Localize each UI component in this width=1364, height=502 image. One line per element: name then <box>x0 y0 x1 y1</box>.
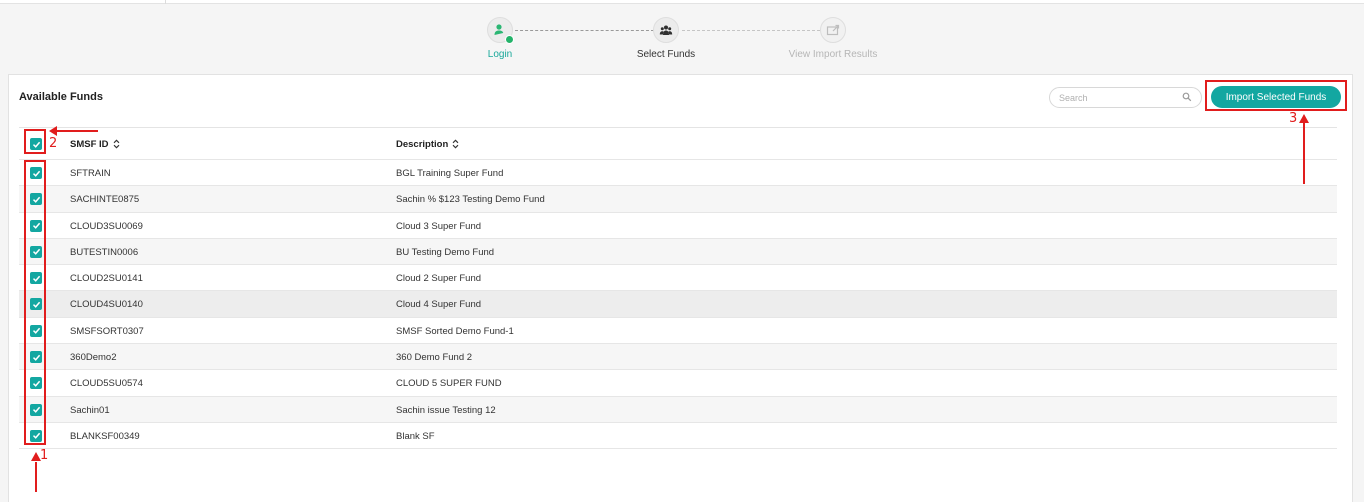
table-row[interactable]: CLOUD2SU0141 Cloud 2 Super Fund <box>19 265 1337 292</box>
annotation-arrow-import-button <box>1303 123 1305 184</box>
cell-description: Sachin issue Testing 12 <box>396 404 496 416</box>
cell-smsf-id: SACHINTE0875 <box>70 194 140 206</box>
cell-description: Sachin % $123 Testing Demo Fund <box>396 194 545 206</box>
import-results-icon <box>820 17 846 43</box>
table-row[interactable]: BUTESTIN0006 BU Testing Demo Fund <box>19 238 1337 266</box>
cell-description: Blank SF <box>396 430 435 442</box>
table-row[interactable]: CLOUD4SU0140 Cloud 4 Super Fund <box>19 291 1337 318</box>
users-group-icon <box>653 17 679 43</box>
cell-smsf-id: BLANKSF00349 <box>70 430 140 442</box>
table-row[interactable]: SMSFSORT0307 SMSF Sorted Demo Fund-1 <box>19 317 1337 345</box>
cell-smsf-id: CLOUD2SU0141 <box>70 273 143 285</box>
step-view-import-results[interactable]: View Import Results <box>773 17 893 60</box>
search-icon <box>1182 92 1192 102</box>
cell-smsf-id: Sachin01 <box>70 404 110 416</box>
top-strip <box>0 0 1364 4</box>
annotation-box-row-checkboxes <box>24 160 46 445</box>
panel-title: Available Funds <box>19 91 103 103</box>
import-stepper: Login Select Funds View Import Results <box>470 17 910 65</box>
annotation-arrow-select-all <box>57 130 98 132</box>
search-input[interactable] <box>1059 91 1179 105</box>
cell-smsf-id: BUTESTIN0006 <box>70 246 139 258</box>
annotation-arrow-row-checkboxes <box>35 462 37 492</box>
table-row[interactable]: CLOUD3SU0069 Cloud 3 Super Fund <box>19 212 1337 239</box>
annotation-arrowhead-import-button <box>1299 114 1309 123</box>
step-select-funds-label: Select Funds <box>636 49 696 60</box>
annotation-number-3: 3 <box>1289 111 1298 126</box>
annotation-number-2: 2 <box>49 136 58 151</box>
column-header-smsf-id-label: SMSF ID <box>70 139 109 150</box>
funds-table: SMSF ID Description SFTRAIN BGL Training… <box>19 128 1337 450</box>
cell-smsf-id: 360Demo2 <box>70 352 117 364</box>
cell-description: Cloud 2 Super Fund <box>396 273 482 285</box>
cell-smsf-id: CLOUD4SU0140 <box>70 299 143 311</box>
table-row[interactable]: Sachin01 Sachin issue Testing 12 <box>19 396 1337 423</box>
step-login[interactable]: Login <box>440 17 560 60</box>
step-select-funds[interactable]: Select Funds <box>606 17 726 60</box>
table-row[interactable]: SACHINTE0875 Sachin % $123 Testing Demo … <box>19 186 1337 213</box>
step-view-import-results-label: View Import Results <box>788 49 878 60</box>
column-header-smsf-id[interactable]: SMSF ID <box>70 139 120 150</box>
annotation-box-import-button <box>1205 80 1347 111</box>
cell-description: 360 Demo Fund 2 <box>396 352 473 364</box>
cell-smsf-id: CLOUD3SU0069 <box>70 220 143 232</box>
cell-description: SMSF Sorted Demo Fund-1 <box>396 325 514 337</box>
annotation-number-1: 1 <box>40 448 49 463</box>
annotation-arrowhead-select-all <box>49 126 57 136</box>
step-login-label: Login <box>487 49 513 60</box>
top-strip-divider <box>165 0 166 4</box>
cell-description: Cloud 4 Super Fund <box>396 299 482 311</box>
sort-icon <box>452 139 459 149</box>
cell-smsf-id: SFTRAIN <box>70 168 111 179</box>
available-funds-panel: Available Funds Import Selected Funds SM… <box>8 74 1353 502</box>
cell-description: BU Testing Demo Fund <box>396 246 495 258</box>
table-row[interactable]: 360Demo2 360 Demo Fund 2 <box>19 344 1337 371</box>
cell-smsf-id: SMSFSORT0307 <box>70 325 144 337</box>
annotation-box-select-all <box>24 129 46 154</box>
table-header-row: SMSF ID Description <box>19 128 1337 160</box>
column-header-description[interactable]: Description <box>396 139 459 150</box>
column-header-description-label: Description <box>396 139 449 150</box>
table-row[interactable]: CLOUD5SU0574 CLOUD 5 SUPER FUND <box>19 370 1337 397</box>
table-row[interactable]: BLANKSF00349 Blank SF <box>19 422 1337 450</box>
cell-description: Cloud 3 Super Fund <box>396 220 482 232</box>
search-box[interactable] <box>1049 87 1202 108</box>
cell-description: CLOUD 5 SUPER FUND <box>396 378 502 390</box>
sort-icon <box>113 139 119 149</box>
user-check-icon <box>487 17 514 44</box>
cell-description: BGL Training Super Fund <box>396 168 504 179</box>
cell-smsf-id: CLOUD5SU0574 <box>70 378 143 390</box>
table-row[interactable]: SFTRAIN BGL Training Super Fund <box>19 160 1337 187</box>
